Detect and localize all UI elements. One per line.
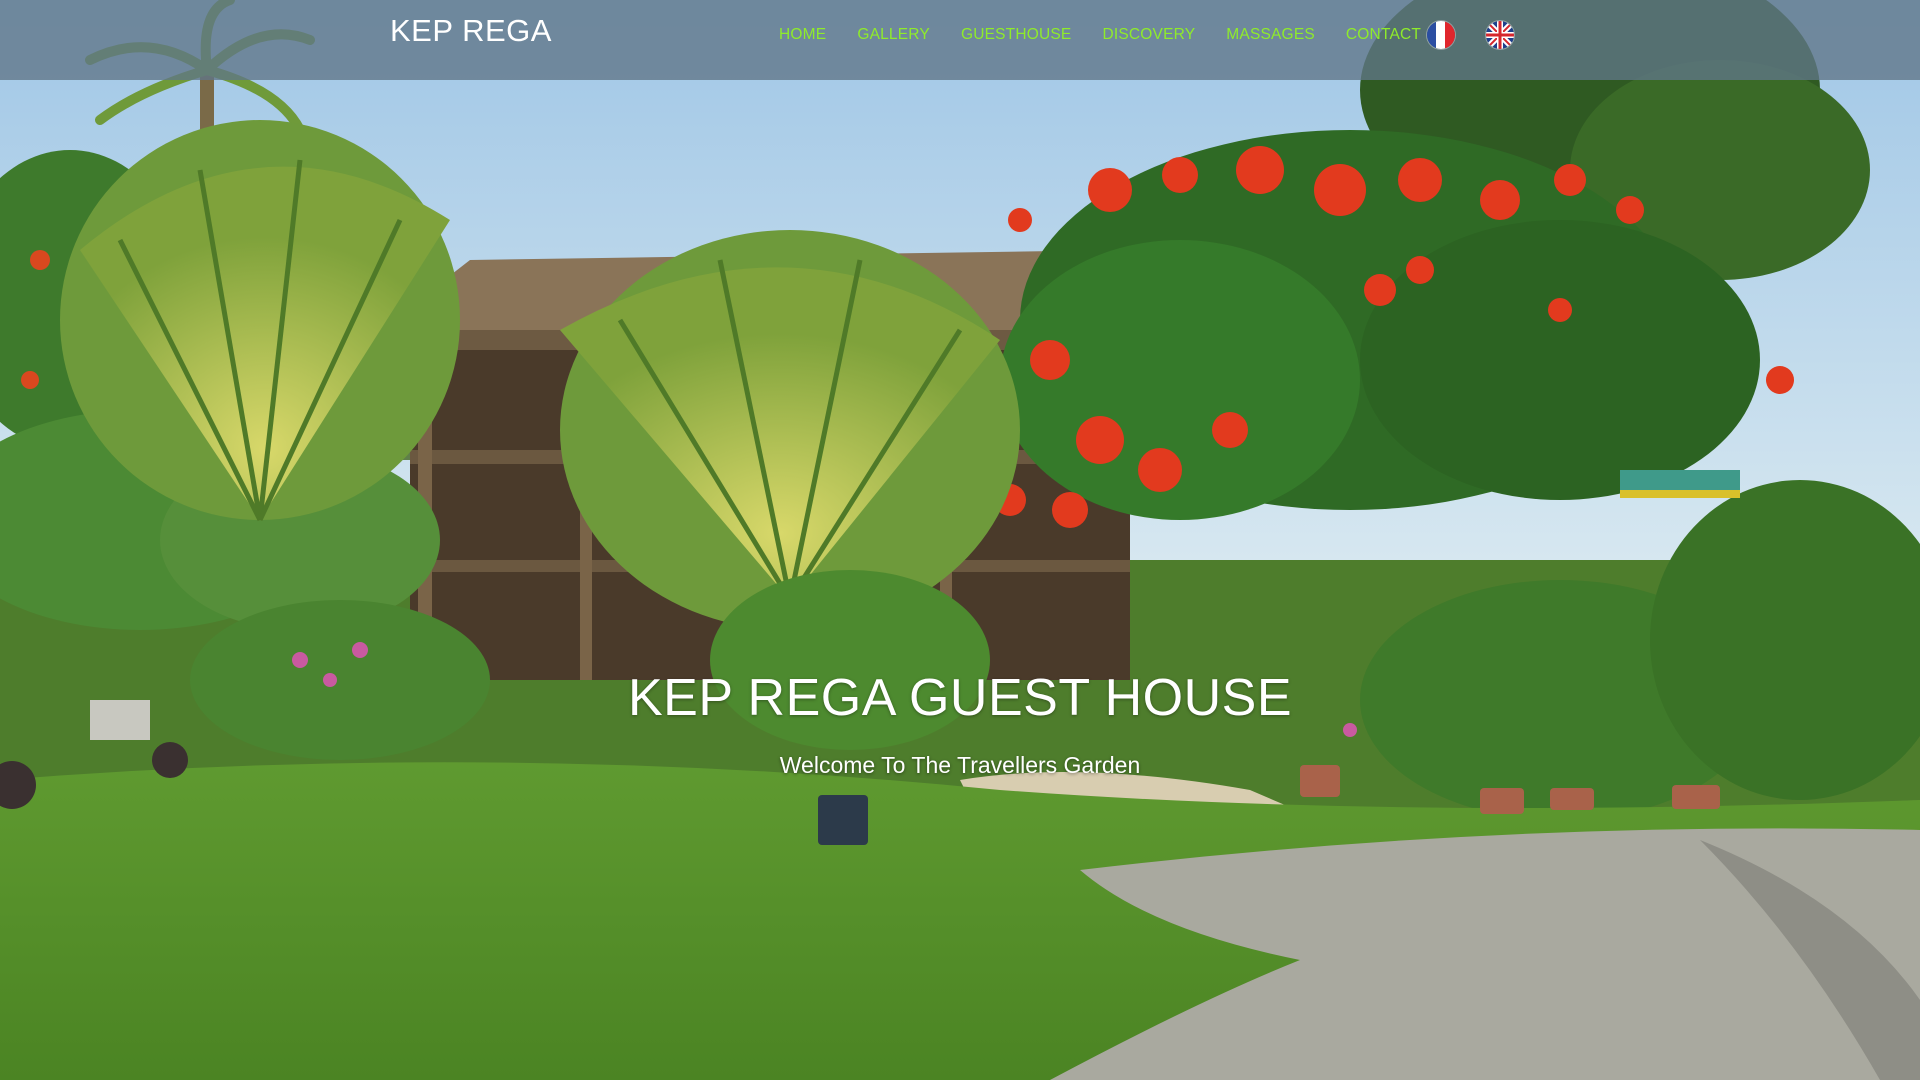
nav-item-discovery: DISCOVERY — [1102, 26, 1195, 44]
top-navbar: KEP REGA HOME GALLERY GUESTHOUSE DISCOVE… — [0, 0, 1920, 80]
nav-link-home[interactable]: HOME — [779, 26, 826, 43]
hero-title: KEP REGA GUEST HOUSE — [627, 669, 1293, 727]
nav-item-guesthouse: GUESTHOUSE — [961, 26, 1072, 44]
brand-logo-link[interactable]: KEP REGA — [390, 13, 552, 49]
nav-item-massages: MASSAGES — [1226, 26, 1315, 44]
nav-item-gallery: GALLERY — [857, 26, 930, 44]
page: KEP REGA HOME GALLERY GUESTHOUSE DISCOVE… — [0, 0, 1920, 1080]
main-nav-menu: HOME GALLERY GUESTHOUSE DISCOVERY MASSAG… — [779, 0, 1452, 70]
hero-background-image — [0, 0, 1920, 1080]
nav-link-massages[interactable]: MASSAGES — [1226, 26, 1315, 43]
nav-link-gallery[interactable]: GALLERY — [857, 26, 930, 43]
nav-link-contact[interactable]: CONTACT — [1346, 26, 1421, 43]
nav-link-guesthouse[interactable]: GUESTHOUSE — [961, 26, 1072, 43]
hero-subtitle: Welcome To The Travellers Garden — [779, 752, 1141, 778]
nav-link-discovery[interactable]: DISCOVERY — [1102, 26, 1195, 43]
nav-item-home: HOME — [779, 26, 826, 44]
uk-flag-icon[interactable] — [1486, 21, 1514, 49]
nav-item-contact: CONTACT — [1346, 26, 1421, 44]
france-flag-icon[interactable] — [1427, 21, 1455, 49]
